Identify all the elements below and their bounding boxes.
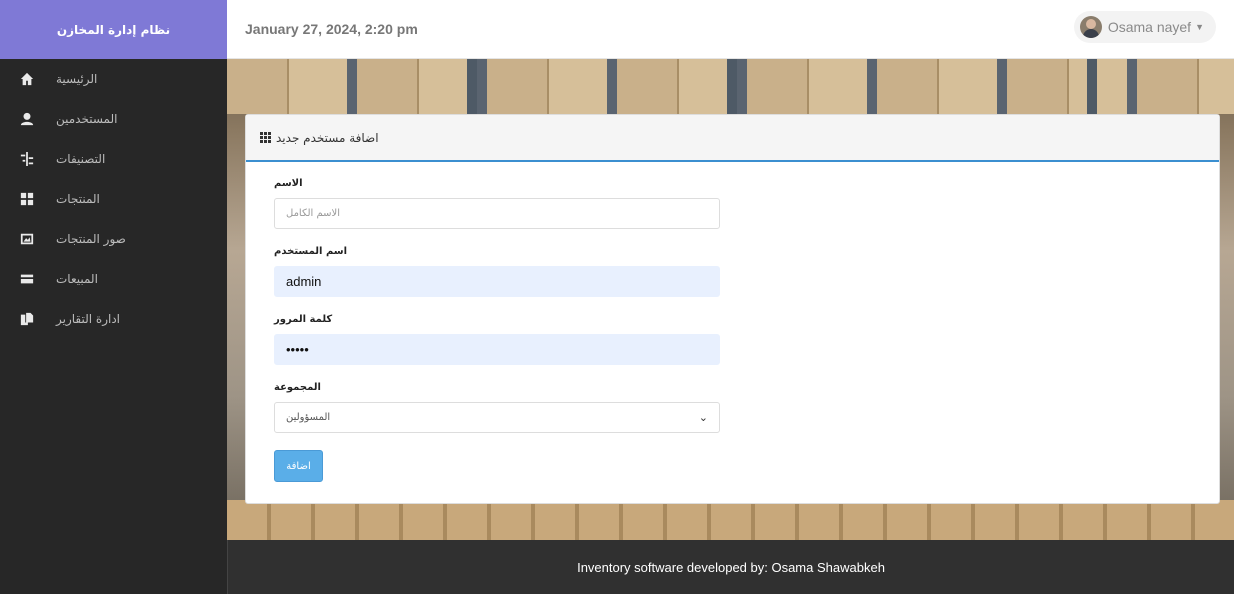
sidebar-item-users[interactable]: المستخدمين <box>0 99 227 139</box>
sidebar-item-sales[interactable]: المبيعات <box>0 259 227 299</box>
user-name: Osama nayef <box>1107 19 1192 35</box>
full-name-input[interactable]: الاسم الكامل <box>274 198 720 229</box>
chevron-down-icon: ▼ <box>1195 22 1204 32</box>
sidebar-item-home[interactable]: الرئيسية <box>0 59 227 99</box>
sidebar-item-reports[interactable]: ادارة التقارير <box>0 299 227 339</box>
chevron-down-icon: ⌄ <box>698 411 708 424</box>
sidebar-item-label: الرئيسية <box>56 72 98 86</box>
add-user-form: الاسم الاسم الكامل اسم المستخدم admin كل… <box>246 162 1219 482</box>
sidebar-item-products[interactable]: المنتجات <box>0 179 227 219</box>
sidebar-item-label: المستخدمين <box>56 112 118 126</box>
password-input[interactable]: ••••• <box>274 334 720 365</box>
add-user-panel: اضافة مستخدم جديد الاسم الاسم الكامل اسم… <box>245 114 1220 504</box>
picture-icon <box>20 232 34 246</box>
avatar <box>1079 16 1102 38</box>
username-label: اسم المستخدم <box>274 246 348 257</box>
group-select[interactable]: المسؤولين ⌄ <box>274 402 720 433</box>
group-select-value: المسؤولين <box>286 412 331 423</box>
sidebar-item-label: ادارة التقارير <box>56 312 121 326</box>
panel-title: اضافة مستخدم جديد <box>276 130 379 145</box>
sidebar-item-label: التصنيفات <box>56 152 106 166</box>
username-input[interactable]: admin <box>274 266 720 297</box>
sidebar-item-categories[interactable]: التصنيفات <box>0 139 227 179</box>
user-menu[interactable]: Osama nayef ▼ <box>1073 11 1216 43</box>
top-header: January 27, 2024, 2:20 pm Osama nayef ▼ <box>227 0 1234 59</box>
reports-icon <box>20 312 34 326</box>
add-user-button[interactable]: اضافة <box>274 450 323 482</box>
categories-icon <box>20 152 34 166</box>
sidebar: نظام إدارة المخازن الرئيسية المستخدمين ا… <box>0 0 227 594</box>
credit-card-icon <box>20 272 34 286</box>
sidebar-item-label: المنتجات <box>56 192 100 206</box>
password-label: كلمة المرور <box>274 314 333 325</box>
current-date: January 27, 2024, 2:20 pm <box>245 21 418 37</box>
sidebar-item-label: المبيعات <box>56 272 98 286</box>
grid-icon <box>20 192 34 206</box>
user-icon <box>20 112 34 126</box>
th-icon <box>260 132 271 143</box>
sidebar-nav: الرئيسية المستخدمين التصنيفات المنتجات ص… <box>0 59 227 339</box>
name-label: الاسم <box>274 178 303 189</box>
sidebar-item-label: صور المنتجات <box>56 232 126 246</box>
home-icon <box>20 72 34 86</box>
panel-heading: اضافة مستخدم جديد <box>246 115 1219 162</box>
brand-title[interactable]: نظام إدارة المخازن <box>0 0 227 59</box>
sidebar-item-product-images[interactable]: صور المنتجات <box>0 219 227 259</box>
footer: Inventory software developed by: Osama S… <box>227 540 1234 594</box>
group-label: المجموعة <box>274 382 321 393</box>
